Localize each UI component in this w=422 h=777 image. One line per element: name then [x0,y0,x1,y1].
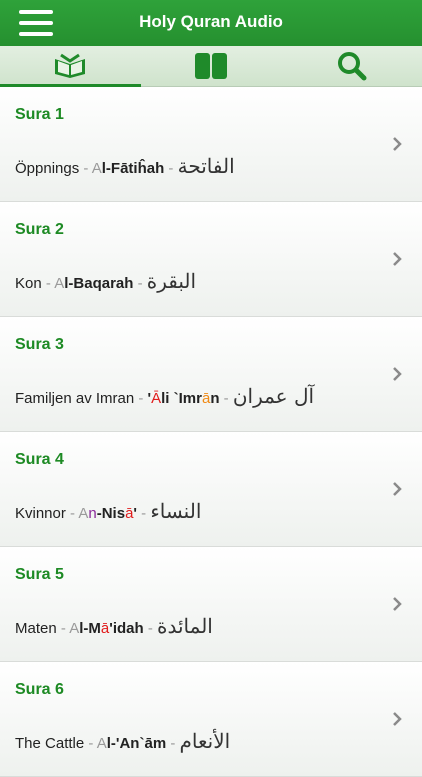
chevron-right-icon [393,482,402,496]
search-icon [337,52,367,81]
chevron-right-icon [393,137,402,151]
tab-book[interactable] [141,46,282,86]
arabic-name: المائدة [157,614,213,638]
arabic-name: النساء [150,499,202,523]
tab-quran[interactable] [0,46,141,87]
chevron-right-icon [393,252,402,266]
translation: Öppnings [15,160,80,177]
arabic-name: الفاتحة [177,154,235,178]
translation: The Cattle [15,735,85,752]
sura-number: Sura 2 [15,221,64,238]
quran-book-icon [55,53,86,78]
chevron-right-icon [393,712,402,726]
transliteration: Al-Baqarah [54,275,134,292]
transliteration: Al-'An`ām [96,735,167,752]
translation: Kon [15,275,42,292]
list-item[interactable]: Sura 1 Öppnings - Al-Fātiĥah - الفاتحة [0,87,422,202]
app-header: Holy Quran Audio [0,0,422,46]
list-item[interactable]: Sura 2 Kon - Al-Baqarah - البقرة [0,202,422,317]
sura-list: Sura 1 Öppnings - Al-Fātiĥah - الفاتحة Sur… [0,87,422,777]
sura-name-line: Kon - Al-Baqarah - البقرة [15,269,197,293]
sura-name-line: Familjen av Imran - 'Āli `Imrān - آل عمر… [15,384,315,408]
sura-name-line: Maten - Al-Mā'idah - المائدة [15,614,213,638]
sura-name-line: The Cattle - Al-'An`ām - الأنعام [15,729,231,753]
arabic-name: الأنعام [179,729,231,753]
translation: Kvinnor [15,505,66,522]
arabic-name: آل عمران [232,384,315,408]
page-title: Holy Quran Audio [139,12,283,31]
arabic-name: البقرة [146,269,197,293]
list-item[interactable]: Sura 6 The Cattle - Al-'An`ām - الأنعام [0,662,422,777]
sura-number: Sura 1 [15,106,64,123]
list-item[interactable]: Sura 3 Familjen av Imran - 'Āli `Imrān - … [0,317,422,432]
transliteration: An-Nisā' [78,505,137,522]
transliteration: Al-Mā'idah [69,620,144,637]
chevron-right-icon [393,367,402,381]
chevron-right-icon [393,597,402,611]
sura-number: Sura 6 [15,681,64,698]
list-item[interactable]: Sura 5 Maten - Al-Mā'idah - المائدة [0,547,422,662]
translation: Maten [15,620,57,637]
tab-bar [0,46,422,87]
sura-number: Sura 5 [15,566,64,583]
sura-name-line: Öppnings - Al-Fātiĥah - الفاتحة [15,154,235,178]
list-item[interactable]: Sura 4 Kvinnor - An-Nisā' - النساء [0,432,422,547]
translation: Familjen av Imran [15,390,135,407]
transliteration: Al-Fātiĥah [91,160,165,177]
sura-number: Sura 4 [15,451,64,468]
sura-name-line: Kvinnor - An-Nisā' - النساء [15,499,202,523]
transliteration: 'Āli `Imrān [147,390,220,407]
open-book-icon [195,53,227,79]
sura-number: Sura 3 [15,336,64,353]
tab-search[interactable] [281,46,422,86]
